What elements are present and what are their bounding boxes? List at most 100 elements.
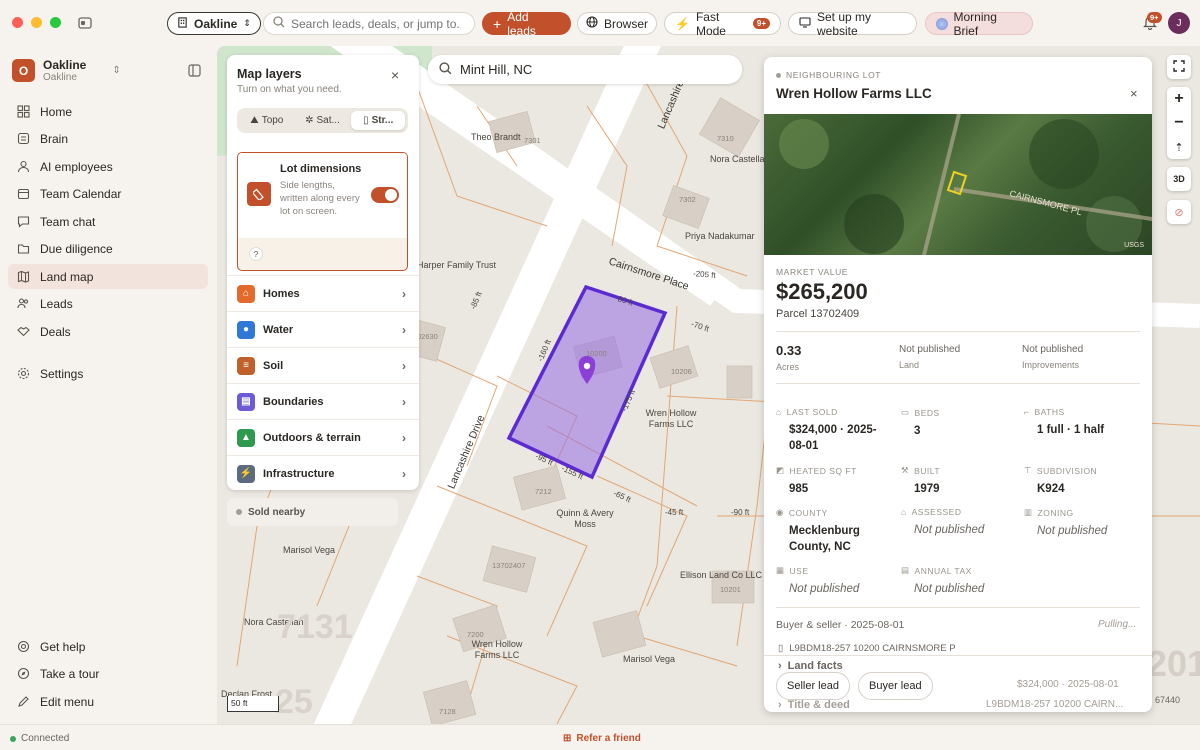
parcel-number: 10200 xyxy=(586,349,607,358)
sidebar-item-label: Due diligence xyxy=(40,241,113,256)
lot-dimension: -90 ft xyxy=(731,508,750,517)
sidebar-item-team-chat[interactable]: Team chat xyxy=(8,209,208,234)
sidebar-toggle-icon[interactable] xyxy=(78,16,92,33)
buyer-lead-button[interactable]: Buyer lead xyxy=(858,672,933,700)
collapse-sidebar-icon[interactable] xyxy=(188,64,201,80)
tab-topo[interactable]: ⛰ Topo xyxy=(240,111,294,130)
fact-key: USE xyxy=(789,565,809,576)
pulling-status: Pulling... xyxy=(1098,619,1137,630)
layer-infrastructure[interactable]: ⚡ Infrastructure › xyxy=(227,455,419,491)
layer-boundaries[interactable]: ▤ Boundaries › xyxy=(227,383,419,419)
sidebar-item-settings[interactable]: Settings xyxy=(8,361,208,386)
sidebar-item-due-diligence[interactable]: Due diligence xyxy=(8,236,208,261)
chevron-right-icon: › xyxy=(402,286,406,301)
refer-friend-link[interactable]: ⊞ Refer a friend xyxy=(563,733,641,744)
search-icon xyxy=(439,61,452,78)
updown-chevron-icon: ⇕ xyxy=(112,65,121,76)
map-attribution: 67440 xyxy=(1155,695,1181,705)
dot-icon xyxy=(236,509,242,515)
document-icon: ▯ xyxy=(778,643,784,654)
fact-built: ⚒ BUILT 1979 xyxy=(901,465,1016,497)
tab-label: Str... xyxy=(371,115,394,126)
owner-label: Nora Castellan xyxy=(710,154,770,164)
sold-nearby-toggle[interactable]: Sold nearby xyxy=(227,498,398,526)
zoom-out-button[interactable]: − xyxy=(1174,111,1183,135)
sidebar-item-edit-menu[interactable]: Edit menu xyxy=(8,689,208,714)
title-deed-section[interactable]: › Title & deed xyxy=(778,699,850,711)
fast-mode-button[interactable]: ⚡ Fast Mode 9+ xyxy=(664,10,781,38)
fullscreen-button[interactable] xyxy=(1167,55,1191,79)
lot-dimensions-toggle[interactable] xyxy=(371,187,399,203)
refer-friend-label: Refer a friend xyxy=(576,733,641,744)
svg-text:CAIRNSMORE PL: CAIRNSMORE PL xyxy=(1008,188,1083,217)
global-search[interactable] xyxy=(263,12,475,35)
tab-satellite[interactable]: ✲ Sat... xyxy=(296,111,350,130)
fast-mode-badge: 9+ xyxy=(752,18,770,29)
parcel-number: 7301 xyxy=(524,136,541,145)
sidebar-item-ai-employees[interactable]: AI employees xyxy=(8,154,208,179)
receipt-icon: ▤ xyxy=(901,565,910,575)
org-header[interactable]: O Oakline Oakline ⇕ xyxy=(12,58,121,83)
morning-brief-label: Morning Brief xyxy=(953,9,997,38)
3d-toggle[interactable]: 3D xyxy=(1167,167,1191,191)
deed-record: ▯ L9BDM18-257 10200 CAIRNSMORE P xyxy=(778,643,956,654)
improvements-label: Improvements xyxy=(1022,360,1080,370)
sidebar-item-brain[interactable]: Brain xyxy=(8,126,208,151)
sidebar-item-label: Settings xyxy=(40,366,84,381)
fact-key: SUBDIVISION xyxy=(1036,465,1098,476)
sidebar-item-team-calendar[interactable]: Team Calendar xyxy=(8,181,208,206)
seller-lead-button[interactable]: Seller lead xyxy=(776,672,850,700)
help-icon[interactable]: ? xyxy=(249,247,263,261)
layer-homes[interactable]: ⌂ Homes › xyxy=(227,275,419,311)
layer-outdoors[interactable]: ▲ Outdoors & terrain › xyxy=(227,419,419,455)
layer-water[interactable]: ● Water › xyxy=(227,311,419,347)
global-search-input[interactable] xyxy=(291,16,461,31)
org-name: Oakline xyxy=(43,58,87,72)
zoom-in-button[interactable]: + xyxy=(1174,87,1183,111)
setup-website-button[interactable]: Set up my website xyxy=(788,10,917,38)
users-icon xyxy=(16,297,30,311)
sidebar-item-get-help[interactable]: Get help xyxy=(8,634,208,659)
minimize-window-button[interactable] xyxy=(31,17,42,28)
bath-icon: ⌐ xyxy=(1024,407,1030,417)
parcel-number: 10201 xyxy=(720,585,741,594)
close-icon[interactable]: × xyxy=(1130,86,1138,101)
pencil-icon xyxy=(16,695,30,709)
compass-icon[interactable]: ⇡ xyxy=(1174,135,1183,159)
morning-brief-button[interactable]: Morning Brief xyxy=(925,9,1033,38)
sidebar-item-land-map[interactable]: Land map xyxy=(8,264,208,289)
map-search[interactable]: Mint Hill, NC xyxy=(428,55,742,84)
lot-title: Wren Hollow Farms LLC xyxy=(776,86,932,101)
maximize-window-button[interactable] xyxy=(50,17,61,28)
add-leads-button[interactable]: + Add leads xyxy=(482,10,571,38)
land-facts-section[interactable]: › Land facts xyxy=(778,660,843,672)
org-switcher[interactable]: Oakline ⇕ xyxy=(167,12,261,35)
map-icon xyxy=(16,270,30,284)
fact-key: ANNUAL TAX xyxy=(914,565,972,576)
sidebar-item-take-a-tour[interactable]: Take a tour xyxy=(8,661,208,686)
satellite-icon: ✲ xyxy=(305,115,314,126)
avatar[interactable]: J xyxy=(1168,12,1190,34)
people-icon xyxy=(16,160,30,174)
layer-label: Water xyxy=(263,323,294,336)
layer-soil[interactable]: ≡ Soil › xyxy=(227,347,419,383)
map-search-value[interactable]: Mint Hill, NC xyxy=(460,62,532,77)
browser-button[interactable]: Browser xyxy=(577,12,657,35)
chevron-right-icon: › xyxy=(402,430,406,445)
fact-assessed: ⌂ ASSESSED Not published xyxy=(901,507,1016,538)
brief-orb-icon xyxy=(936,17,948,30)
sidebar-item-home[interactable]: Home xyxy=(8,99,208,124)
chevron-right-icon: › xyxy=(402,394,406,409)
sidebar-item-deals[interactable]: Deals xyxy=(8,319,208,344)
lot-detail-panel: NEIGHBOURING LOT Wren Hollow Farms LLC ×… xyxy=(764,57,1152,712)
chevron-right-icon: › xyxy=(402,358,406,373)
zoom-controls: + − ⇡ xyxy=(1167,87,1191,159)
sidebar-item-label: Team Calendar xyxy=(40,186,122,201)
tab-label: Sat... xyxy=(316,115,340,126)
owner-label: Marisol Vega xyxy=(283,545,336,555)
tab-streets[interactable]: ▯ Str... xyxy=(351,111,406,130)
ruler-off-button[interactable]: ⊘ xyxy=(1167,200,1191,224)
close-icon[interactable]: × xyxy=(391,67,399,83)
close-window-button[interactable] xyxy=(12,17,23,28)
sidebar-item-leads[interactable]: Leads xyxy=(8,291,208,316)
